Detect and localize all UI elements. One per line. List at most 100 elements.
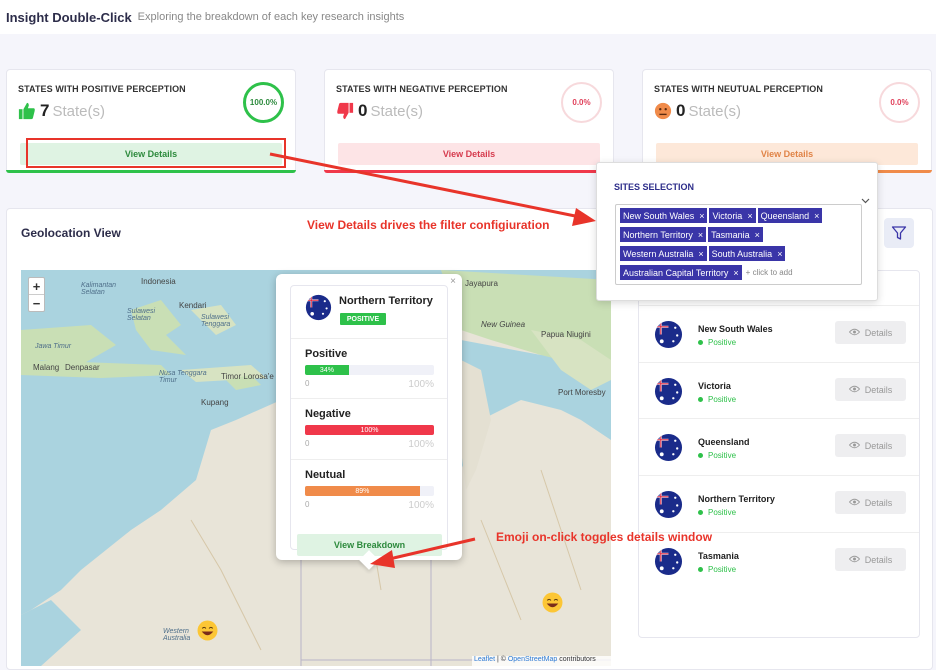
site-tag: Western Australia ×	[620, 246, 707, 261]
map-label-malang: Malang	[33, 363, 60, 372]
remove-tag-icon[interactable]: ×	[747, 211, 752, 221]
status-badge: POSITIVE	[340, 313, 386, 325]
site-tag: New South Wales ×	[620, 208, 708, 223]
card-accent-bar	[6, 170, 296, 173]
state-name: Victoria	[698, 381, 731, 391]
progress-min: 0	[305, 439, 310, 448]
details-label: Details	[864, 327, 893, 338]
eye-icon	[848, 555, 860, 565]
attribution-tail: contributors	[557, 656, 596, 663]
progress-min: 0	[305, 379, 310, 388]
chevron-down-icon[interactable]	[861, 196, 870, 207]
count-row: 0 State(s)	[336, 101, 423, 121]
status-text: Positive	[708, 338, 737, 347]
status-indicator: Positive	[698, 565, 736, 574]
details-button[interactable]: Details	[835, 378, 906, 401]
site-tag: Australian Capital Territory ×	[620, 265, 742, 280]
status-text: Positive	[708, 451, 737, 460]
map-zoom-control: + −	[28, 277, 45, 312]
details-label: Details	[864, 384, 893, 395]
map-label-port-moresby: Port Moresby	[558, 388, 606, 397]
progress-fill: 34%	[305, 365, 349, 375]
site-tag-label: Victoria	[712, 210, 743, 221]
annotation-emoji: Emoji on-click toggles details window	[496, 530, 713, 544]
details-button[interactable]: Details	[835, 491, 906, 514]
site-tag: Northern Territory ×	[620, 227, 707, 242]
site-tag: South Australia ×	[708, 246, 786, 261]
status-indicator: Positive	[698, 508, 736, 517]
progress-max: 100%	[408, 500, 434, 511]
details-button[interactable]: Details	[835, 434, 906, 457]
count-row: 7 State(s)	[18, 101, 105, 121]
site-tag-label: New South Wales	[623, 210, 695, 221]
site-tag: Tasmania ×	[708, 227, 763, 242]
page-header: Insight Double-Click Exploring the break…	[0, 0, 936, 34]
card-title: STATES WITH NEGATIVE PERCEPTION	[336, 84, 508, 94]
status-text: Positive	[708, 565, 737, 574]
progress-fill: 100%	[305, 425, 434, 435]
popup-state-name: Northern Territory	[339, 295, 433, 307]
australia-flag-icon	[654, 547, 683, 576]
leaflet-link[interactable]: Leaflet	[474, 656, 495, 663]
click-to-add-placeholder[interactable]: + click to add	[746, 265, 793, 280]
map-label-kupang: Kupang	[201, 398, 229, 407]
map-label-sulawesi-tenggara: Sulawesi Tenggara	[201, 314, 231, 328]
status-dot	[698, 340, 703, 345]
map-label-jawa-timur: Jawa Timur	[35, 343, 72, 350]
remove-tag-icon[interactable]: ×	[733, 268, 738, 278]
australia-flag-icon	[654, 377, 683, 406]
filter-button[interactable]	[884, 218, 914, 248]
section-label: Negative	[305, 408, 351, 420]
page-subtitle: Exploring the breakdown of each key rese…	[137, 11, 405, 23]
view-details-button[interactable]: View Details	[338, 143, 600, 165]
card-title: STATES WITH NEUTUAL PERCEPTION	[654, 84, 824, 94]
details-label: Details	[864, 497, 893, 508]
remove-tag-icon[interactable]: ×	[777, 249, 782, 259]
openstreetmap-link[interactable]: OpenStreetMap	[508, 656, 557, 663]
state-count: 7	[40, 101, 50, 120]
australia-flag-icon	[654, 490, 683, 519]
map-label-denpasar: Denpasar	[65, 363, 100, 372]
map-label-new-guinea: New Guinea	[481, 320, 526, 329]
popup-close-button[interactable]: ×	[450, 276, 456, 287]
thumbs-down-icon	[337, 102, 354, 120]
progress-fill: 89%	[305, 486, 420, 496]
laughing-emoji-icon[interactable]	[197, 620, 218, 641]
map-attribution: Leaflet | © OpenStreetMap contributors	[472, 656, 611, 666]
card-title: STATES WITH POSITIVE PERCEPTION	[18, 84, 186, 94]
map-label-western-australia: Western Australia	[163, 628, 191, 642]
laughing-emoji-icon[interactable]	[542, 592, 563, 613]
details-button[interactable]: Details	[835, 321, 906, 344]
remove-tag-icon[interactable]: ×	[699, 211, 704, 221]
remove-tag-icon[interactable]: ×	[814, 211, 819, 221]
remove-tag-icon[interactable]: ×	[698, 230, 703, 240]
details-button[interactable]: Details	[835, 548, 906, 571]
site-tag: Victoria ×	[709, 208, 756, 223]
neutral-face-icon	[654, 102, 672, 120]
status-dot	[698, 397, 703, 402]
eye-icon	[848, 441, 860, 451]
australia-flag-icon	[654, 433, 683, 462]
annotation-highlight-box	[26, 138, 286, 168]
map-label-sulawesi: Sulawesi Selatan	[127, 308, 156, 322]
card-accent-bar	[324, 170, 614, 173]
progress-track: 89%	[305, 486, 434, 496]
zoom-in-button[interactable]: +	[29, 278, 44, 295]
progress-track: 34%	[305, 365, 434, 375]
australia-flag-icon	[654, 320, 683, 349]
zoom-out-button[interactable]: −	[29, 295, 44, 312]
map-label-nusa-tenggara: Nusa Tenggara Timur	[159, 370, 207, 384]
progress-max: 100%	[408, 439, 434, 450]
remove-tag-icon[interactable]: ×	[698, 249, 703, 259]
status-indicator: Positive	[698, 395, 736, 404]
status-dot	[698, 453, 703, 458]
remove-tag-icon[interactable]: ×	[755, 230, 760, 240]
sites-multiselect[interactable]: New South Wales × Victoria × Queensland × N…	[615, 204, 862, 285]
popup-card: Northern Territory POSITIVE Positive 34%…	[290, 285, 448, 556]
details-label: Details	[864, 440, 893, 451]
count-row: 0 State(s)	[654, 101, 741, 121]
site-tag-label: Australian Capital Territory	[623, 267, 729, 278]
thumbs-up-icon	[18, 102, 35, 120]
annotation-view-details: View Details drives the filter configiur…	[307, 218, 550, 232]
progress-track: 100%	[305, 425, 434, 435]
